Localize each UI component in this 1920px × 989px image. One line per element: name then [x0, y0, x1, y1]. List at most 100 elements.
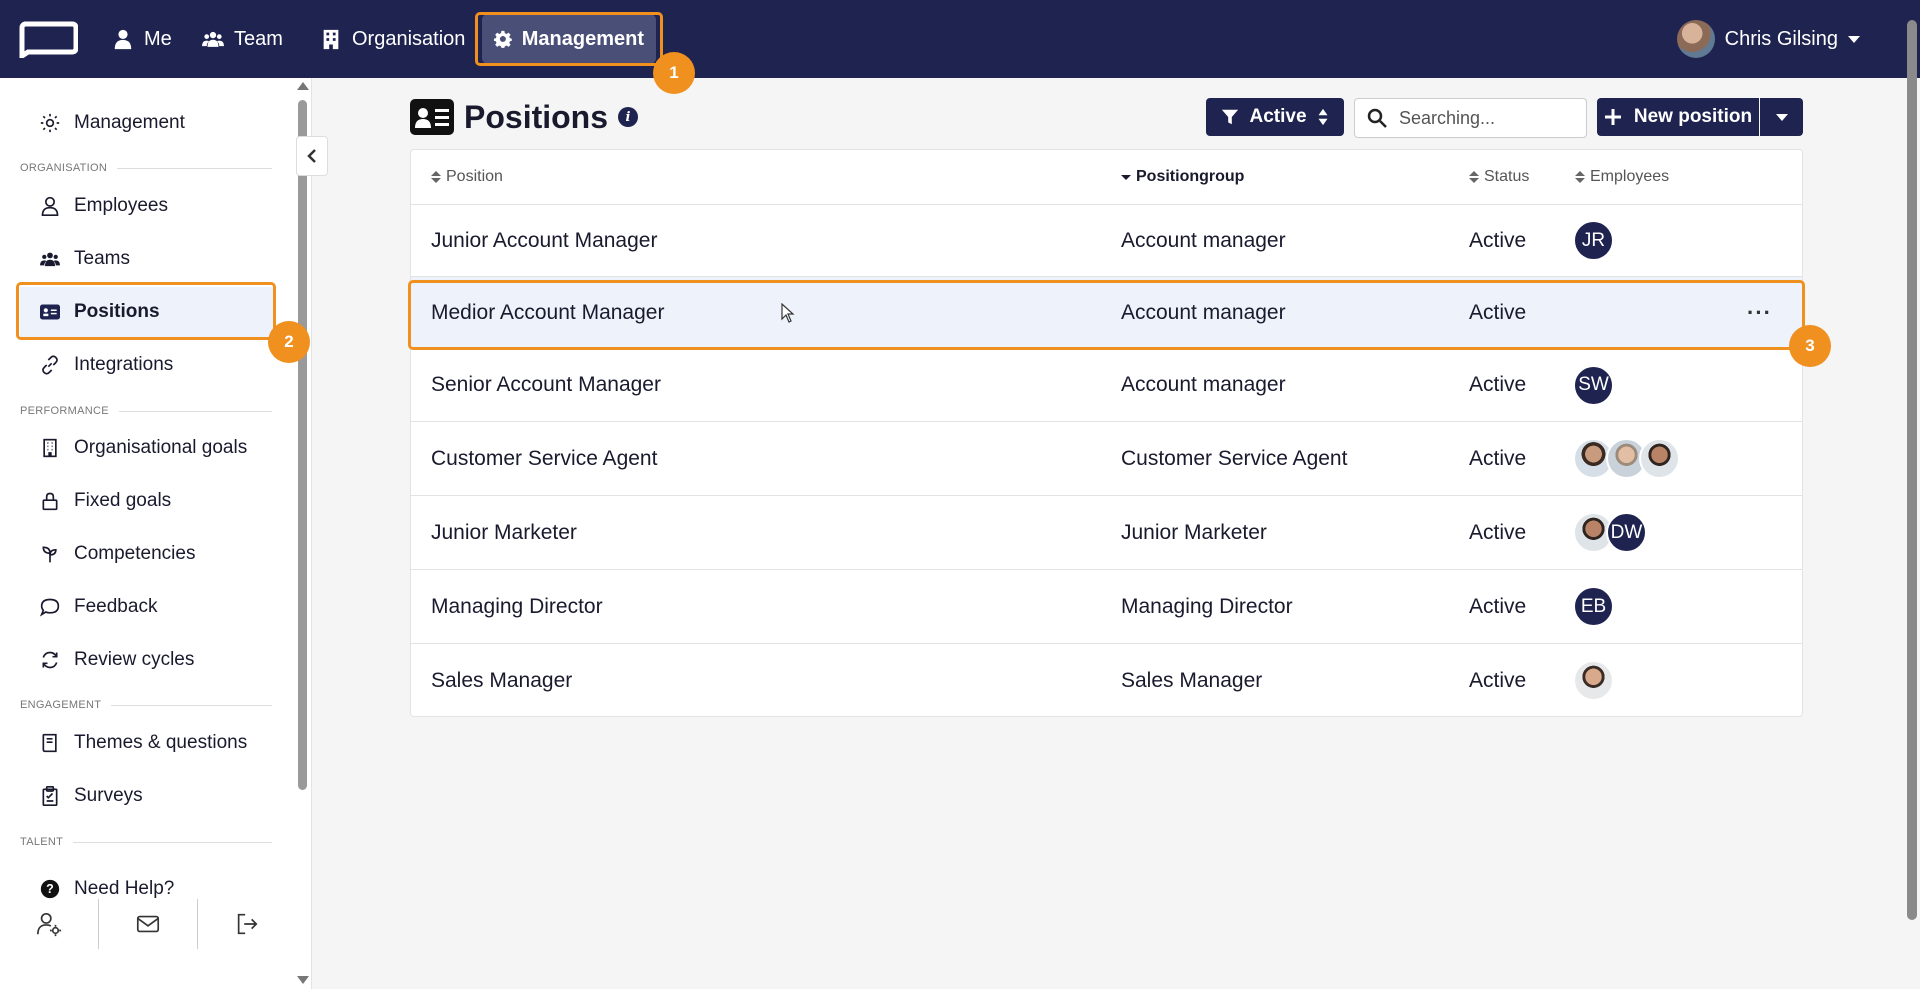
more-horizontal-icon: ···: [1747, 299, 1772, 325]
sidebar-item-fixed-goals[interactable]: Fixed goals: [20, 476, 275, 526]
cell-position: Junior Marketer: [431, 520, 577, 544]
refresh-icon: [42, 651, 58, 669]
employee-avatars: [1573, 438, 1680, 479]
sort-icon: [1469, 171, 1479, 183]
column-header-status[interactable]: Status: [1469, 168, 1529, 186]
annotation-badge-1: 1: [653, 52, 695, 94]
mouse-cursor-icon: [781, 277, 795, 348]
avatar[interactable]: JR: [1573, 220, 1614, 261]
table-row[interactable]: Managing Director Managing Director Acti…: [411, 570, 1802, 644]
scrollbar-thumb[interactable]: [298, 100, 307, 790]
section-engagement: ENGAGEMENT: [20, 699, 272, 711]
table-row[interactable]: Junior Account Manager Account manager A…: [411, 205, 1802, 277]
sidebar-item-competencies[interactable]: Competencies: [20, 529, 275, 579]
filter-label: Active: [1249, 106, 1307, 127]
messages-button[interactable]: [99, 899, 198, 949]
table-row[interactable]: Senior Account Manager Account manager A…: [411, 349, 1802, 422]
cell-status: Active: [1469, 668, 1527, 692]
cell-position: Junior Account Manager: [431, 228, 658, 252]
sidebar-footer: [0, 894, 296, 954]
user-icon: [114, 29, 132, 50]
logout-button[interactable]: [198, 899, 296, 949]
sidebar-item-integrations[interactable]: Integrations: [20, 340, 275, 390]
nav-organisation[interactable]: Organisation: [308, 14, 477, 64]
sidebar-item-themes-questions[interactable]: Themes & questions: [20, 718, 275, 768]
nav-management-label: Management: [521, 27, 644, 50]
id-card-icon: [40, 304, 60, 320]
sidebar-item-label: Positions: [74, 301, 160, 322]
avatar-photo[interactable]: [1573, 660, 1614, 701]
user-menu[interactable]: Chris Gilsing: [1676, 17, 1860, 61]
id-card-icon: [410, 99, 454, 135]
sidebar-item-teams[interactable]: Teams: [20, 234, 275, 284]
new-position-button[interactable]: New position: [1597, 98, 1759, 136]
users-icon: [202, 31, 224, 47]
sidebar-scrollbar[interactable]: [296, 78, 309, 989]
avatar[interactable]: SW: [1573, 364, 1614, 406]
sidebar-item-label: Organisational goals: [74, 437, 248, 458]
cell-positiongroup: Account manager: [1121, 300, 1286, 324]
scrollbar-thumb[interactable]: [1907, 20, 1917, 920]
avatar-photo[interactable]: [1639, 438, 1680, 479]
table-row[interactable]: Sales Manager Sales Manager Active: [411, 644, 1802, 717]
section-organisation: ORGANISATION: [20, 162, 272, 174]
page-scrollbar[interactable]: [1906, 20, 1918, 989]
cell-position: Managing Director: [431, 594, 603, 618]
table-header: Position Positiongroup Status Employees: [411, 150, 1802, 205]
nav-team-label: Team: [234, 27, 283, 50]
nav-management[interactable]: Management: [482, 14, 656, 64]
chat-bubble-icon: [40, 598, 60, 617]
nav-team[interactable]: Team: [190, 14, 295, 64]
nav-me-label: Me: [144, 27, 172, 50]
section-label: TALENT: [20, 836, 64, 848]
annotation-badge-2: 2: [268, 321, 310, 363]
plus-icon: [1604, 109, 1621, 125]
top-navigation: Me Team Organisation Management Chris Gi…: [0, 0, 1920, 78]
table-row[interactable]: Medior Account Manager Account manager A…: [411, 277, 1802, 349]
app-logo-icon[interactable]: [18, 20, 78, 58]
cell-status: Active: [1469, 594, 1527, 618]
sidebar-item-surveys[interactable]: Surveys: [20, 771, 275, 821]
new-position-dropdown-button[interactable]: [1760, 98, 1803, 136]
section-performance: PERFORMANCE: [20, 405, 272, 417]
avatar[interactable]: DW: [1606, 512, 1647, 553]
sort-icon: [431, 171, 441, 183]
nav-me[interactable]: Me: [100, 14, 184, 64]
sort-icon: [1575, 171, 1585, 183]
scroll-up-icon[interactable]: [297, 82, 309, 90]
row-actions-button[interactable]: ···: [1747, 277, 1772, 348]
sidebar-item-positions[interactable]: Positions: [20, 287, 275, 337]
cell-positiongroup: Managing Director: [1121, 594, 1293, 618]
column-header-position[interactable]: Position: [431, 168, 503, 186]
user-settings-button[interactable]: [0, 899, 99, 949]
user-avatar: [1676, 20, 1715, 58]
clipboard-icon: [42, 786, 58, 806]
sidebar-item-label: Teams: [74, 248, 130, 269]
sidebar-item-feedback[interactable]: Feedback: [20, 582, 275, 632]
filter-icon: [1222, 109, 1239, 125]
search-field[interactable]: [1354, 98, 1587, 138]
column-header-positiongroup[interactable]: Positiongroup: [1121, 168, 1244, 186]
column-header-label: Position: [446, 168, 503, 185]
cell-position: Customer Service Agent: [431, 446, 658, 470]
search-input[interactable]: [1399, 107, 1569, 129]
sidebar-item-employees[interactable]: Employees: [20, 181, 275, 231]
sidebar-item-label: Surveys: [74, 785, 143, 806]
status-filter-button[interactable]: Active: [1206, 98, 1344, 136]
collapse-sidebar-button[interactable]: [296, 136, 328, 176]
sidebar-item-organisational-goals[interactable]: Organisational goals: [20, 423, 275, 473]
section-label: ORGANISATION: [20, 162, 108, 174]
table-row[interactable]: Junior Marketer Junior Marketer Active D…: [411, 496, 1802, 570]
sidebar-item-label: Themes & questions: [74, 732, 248, 753]
info-icon[interactable]: i: [618, 107, 639, 127]
cell-positiongroup: Account manager: [1121, 373, 1286, 396]
table-row[interactable]: Customer Service Agent Customer Service …: [411, 422, 1802, 496]
sidebar-item-review-cycles[interactable]: Review cycles: [20, 635, 275, 685]
sidebar-item-management[interactable]: Management: [20, 98, 275, 148]
column-header-employees[interactable]: Employees: [1575, 168, 1669, 186]
avatar[interactable]: EB: [1573, 586, 1614, 627]
envelope-icon: [136, 915, 160, 933]
users-icon: [40, 252, 60, 267]
scroll-down-icon[interactable]: [297, 976, 309, 984]
building-icon: [43, 438, 57, 458]
